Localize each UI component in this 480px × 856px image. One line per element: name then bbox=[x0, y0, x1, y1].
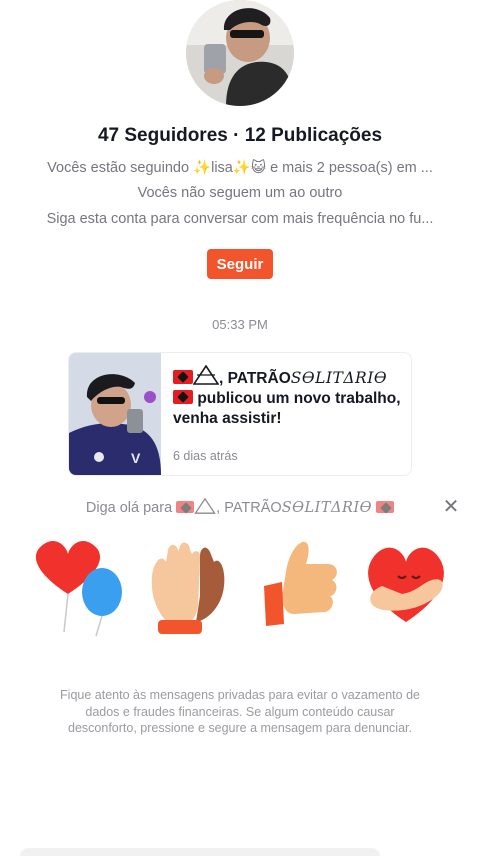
albania-flag-icon bbox=[376, 501, 395, 513]
author-name-plain: , PATRÃO bbox=[219, 370, 291, 387]
say-hello-prompt: Diga olá para , PATRÃOSƟLITΔRIƟ bbox=[0, 498, 480, 516]
hello-name-stylized: SƟLITΔRIƟ bbox=[281, 500, 373, 516]
triangle-eye-icon bbox=[193, 365, 219, 385]
follow-relation-info: Vocês não seguem um ao outro bbox=[137, 185, 343, 201]
post-author-line: , PATRÃOSƟLITΔRIƟ bbox=[173, 365, 405, 389]
safety-notice: Fique atento às mensagens privadas para … bbox=[60, 688, 420, 735]
close-icon[interactable]: ✕ bbox=[440, 496, 462, 518]
say-hello-prefix: Diga olá para bbox=[85, 500, 173, 516]
shared-post-card[interactable]: V , PATRÃOSƟLITΔRIƟ publicou um novo tra… bbox=[68, 352, 412, 476]
mutual-follow-info: Vocês estão seguindo ✨lisa✨😺 e mais 2 pe… bbox=[47, 160, 433, 176]
svg-text:V: V bbox=[131, 450, 141, 466]
profile-avatar[interactable] bbox=[186, 0, 294, 106]
thumbs-up-sticker[interactable] bbox=[250, 536, 354, 640]
albania-flag-icon bbox=[173, 370, 193, 384]
post-message: publicou um novo trabalho, venha assisti… bbox=[173, 390, 401, 427]
clapping-hands-sticker[interactable] bbox=[138, 536, 242, 640]
hello-name-plain: , PATRÃO bbox=[216, 500, 282, 516]
follow-button[interactable]: Seguir bbox=[207, 249, 273, 279]
albania-flag-icon bbox=[173, 390, 193, 404]
heart-hug-sticker[interactable] bbox=[354, 536, 458, 640]
profile-stats: 47 Seguidores · 12 Publicações bbox=[97, 125, 383, 146]
message-timestamp: 05:33 PM bbox=[212, 317, 268, 332]
heart-balloon-sticker[interactable] bbox=[20, 536, 124, 640]
follow-suggestion-info: Siga esta conta para conversar com mais … bbox=[46, 211, 434, 227]
post-thumbnail[interactable]: V bbox=[69, 353, 161, 475]
author-name-stylized: SƟLITΔRIƟ bbox=[290, 369, 388, 387]
post-time: 6 dias atrás bbox=[173, 449, 238, 463]
albania-flag-icon bbox=[176, 501, 195, 513]
message-input-bar[interactable] bbox=[20, 848, 380, 856]
triangle-eye-icon bbox=[194, 498, 216, 514]
